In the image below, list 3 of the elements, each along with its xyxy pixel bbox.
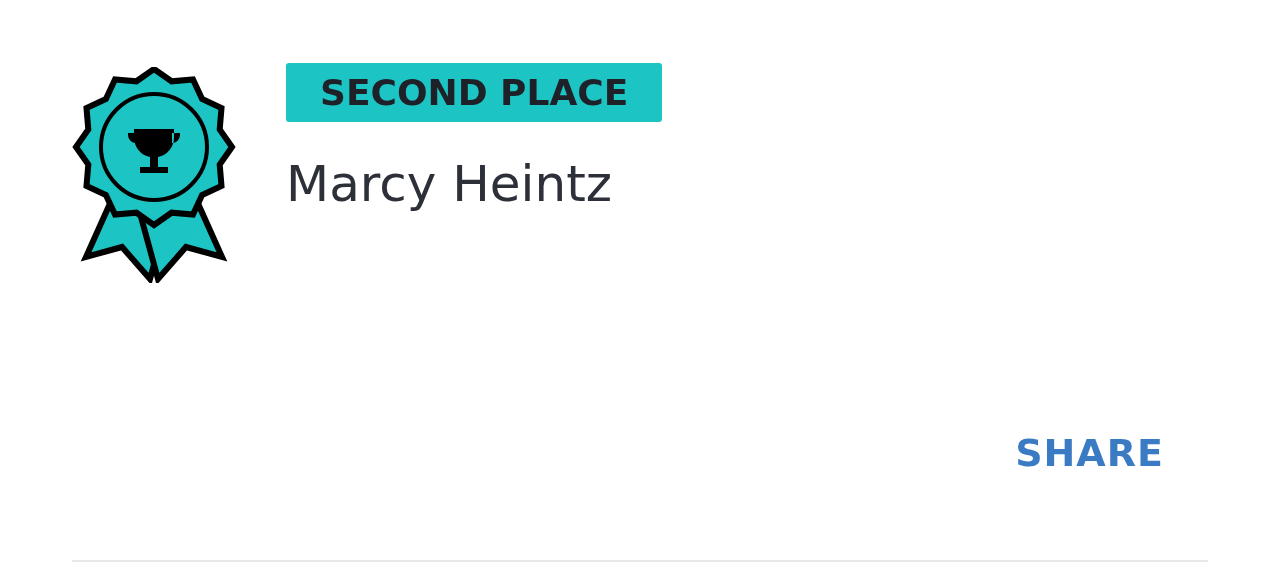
share-button[interactable]: SHARE	[1015, 431, 1164, 475]
winner-name: Marcy Heintz	[286, 156, 612, 212]
rank-tag: SECOND PLACE	[286, 63, 663, 122]
